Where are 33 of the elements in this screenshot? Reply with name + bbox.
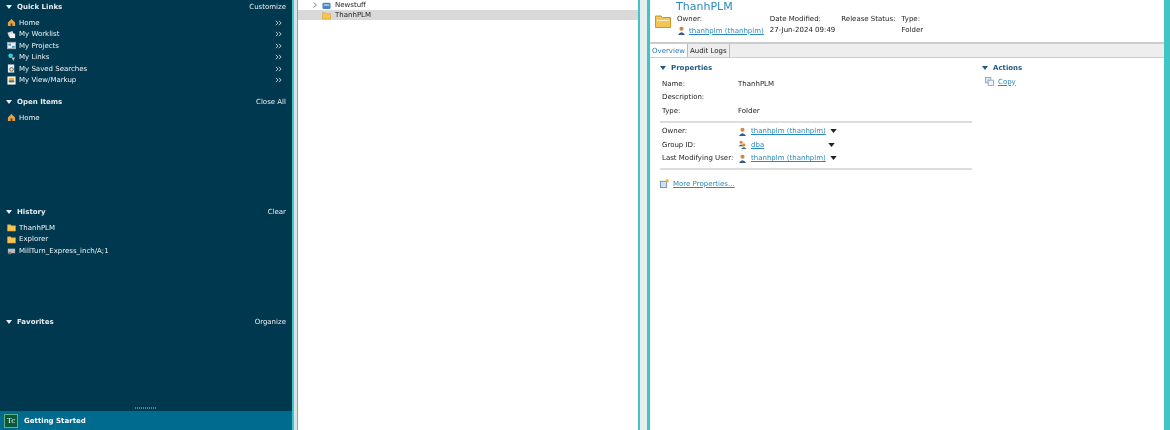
collapse-triangle-icon[interactable]: [6, 5, 12, 9]
user-icon: [677, 26, 686, 35]
picture-document-icon: [7, 75, 16, 85]
grid-window-icon: [7, 41, 16, 51]
expand-chevron-icon[interactable]: [312, 2, 318, 8]
double-chevron-icon[interactable]: [275, 31, 282, 38]
double-chevron-icon[interactable]: [275, 77, 282, 84]
double-chevron-icon[interactable]: [275, 65, 282, 72]
table-settings-icon: [660, 179, 669, 188]
collapse-triangle-icon[interactable]: [6, 100, 12, 104]
dropdown-arrow-icon[interactable]: [828, 142, 835, 147]
object-title: ThanhPLM: [676, 0, 734, 13]
part-icon: [7, 246, 16, 256]
house-icon: [7, 113, 16, 123]
document-search-icon: [7, 64, 16, 74]
collapse-triangle-icon[interactable]: [660, 66, 666, 70]
double-chevron-icon[interactable]: [275, 54, 282, 61]
users-icon: [738, 140, 747, 150]
dropdown-arrow-icon[interactable]: [829, 156, 837, 161]
collapse-triangle-icon[interactable]: [6, 210, 12, 214]
stacked-papers-icon: [7, 29, 16, 39]
user-icon: [738, 126, 747, 136]
folder-icon: [322, 10, 331, 20]
copy-icon: [985, 77, 994, 86]
double-chevron-icon[interactable]: [275, 19, 282, 26]
pin-icon: [7, 52, 16, 62]
house-icon: [7, 18, 16, 28]
collapse-triangle-icon[interactable]: [6, 320, 12, 324]
double-chevron-icon[interactable]: [275, 42, 282, 49]
collapse-triangle-icon[interactable]: [982, 66, 988, 70]
user-icon: [738, 153, 747, 163]
grip-handle-icon[interactable]: [135, 407, 157, 409]
folder-icon: [655, 14, 671, 28]
